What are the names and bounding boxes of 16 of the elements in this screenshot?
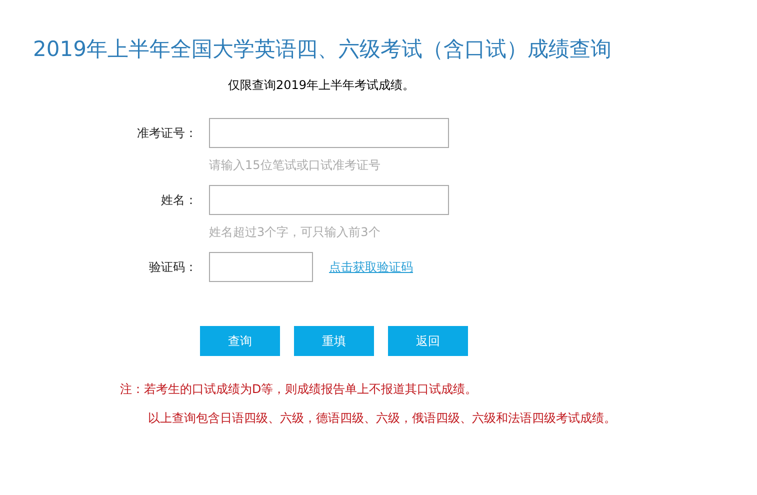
page-title: 2019年上半年全国大学英语四、六级考试（含口试）成绩查询 [33,36,612,63]
field-label: 验证码： [148,258,197,276]
action-button[interactable]: 返回 [388,326,468,356]
notice-text: 仅限查询2019年上半年考试成绩。 [228,77,416,94]
input-field[interactable] [209,185,449,215]
field-label: 准考证号： [136,124,197,142]
captcha-field[interactable] [209,252,313,282]
action-button[interactable]: 查询 [200,326,280,356]
hint-text: 请输入15位笔试或口试准考证号 [209,158,380,172]
hint-text: 姓名超过3个字，可只输入前3个 [209,225,380,239]
note-text: 以上查询包含日语四级、六级，德语四级、六级，俄语四级、六级和法语四级考试成绩。 [148,410,617,427]
note-text: 注：若考生的口试成绩为D等，则成绩报告单上不报道其口试成绩。 [120,381,478,398]
action-button[interactable]: 重填 [294,326,374,356]
input-field[interactable] [209,118,449,148]
field-label: 姓名： [160,192,197,208]
captcha-link[interactable]: 点击获取验证码 [329,258,413,276]
